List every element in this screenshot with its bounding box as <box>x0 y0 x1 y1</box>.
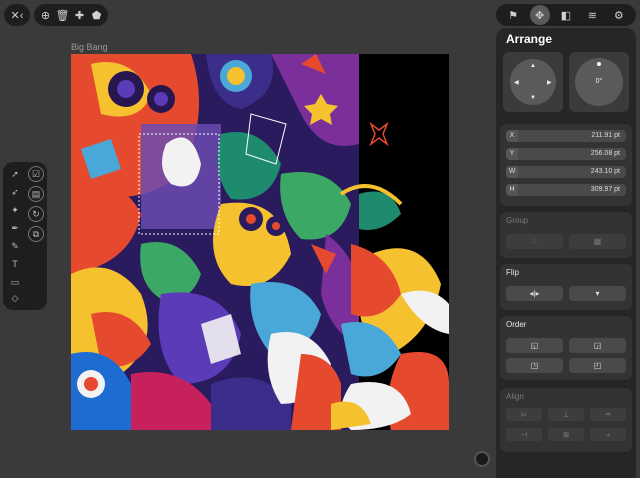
ungroup-button[interactable]: ▦ <box>569 234 626 249</box>
checkbox-tool-icon[interactable]: ☑ <box>28 166 44 182</box>
style-icon[interactable]: ⚑ <box>503 5 523 25</box>
nudge-right-icon[interactable]: ▶ <box>547 79 552 86</box>
artwork-illustration <box>71 54 449 430</box>
settings-icon[interactable]: ⚙ <box>609 5 629 25</box>
nudge-up-icon[interactable]: ▲ <box>530 63 536 69</box>
nudge-dpad[interactable]: ▲ ▼ ◀ ▶ <box>503 52 563 112</box>
star-tool-icon[interactable]: ✚ <box>71 5 88 25</box>
align-middle-button[interactable]: ⊞ <box>548 428 584 441</box>
document-title: Big Bang <box>71 42 108 52</box>
align-right-button[interactable]: ⫤ <box>590 408 626 421</box>
toolbar-edit: ⊕ 🗑 ✚ ⬟ <box>34 4 108 26</box>
rectangle-tool-icon[interactable]: ▭ <box>7 274 23 290</box>
direct-select-icon[interactable]: ✦ <box>7 202 23 218</box>
close-arrows-icon[interactable]: ✕‹ <box>7 5 27 25</box>
w-field[interactable]: W 243.10 pt <box>506 166 626 178</box>
group-label: Group <box>506 216 529 225</box>
tool-palette: ➚ ☑ ➶ ▤ ✦ ↻ ✒ ⧉ ✎ T ▭ ◇ <box>3 162 47 310</box>
order-label: Order <box>506 320 527 329</box>
toolbar-left: ✕‹ <box>4 4 30 26</box>
pencil-tool-icon[interactable]: ✎ <box>7 238 23 254</box>
order-section: Order ◱ ◲ ◳ ◰ <box>500 316 632 380</box>
flip-label: Flip <box>506 268 519 277</box>
rotation-indicator <box>597 62 601 66</box>
rotation-dial[interactable]: 0° <box>569 52 629 112</box>
send-backward-button[interactable]: ◰ <box>569 358 626 373</box>
stamp-icon[interactable]: ⬟ <box>88 5 105 25</box>
select-tool-icon[interactable]: ➚ <box>7 166 23 182</box>
node-tool-icon[interactable]: ➶ <box>7 184 23 200</box>
position-size-section: X 211.91 pt Y 256.08 pt W 243.10 pt H 309.97… <box>500 124 632 206</box>
bring-forward-button[interactable]: ◳ <box>506 358 563 373</box>
align-section: Align ⊨ ⊥ ⫤ ⊣ ⊞ ⫠ <box>500 388 632 452</box>
align-bottom-button[interactable]: ⫠ <box>590 428 626 441</box>
crop-tool-icon[interactable]: ⧉ <box>28 226 44 242</box>
flip-vertical-button[interactable]: ▾ <box>569 286 626 301</box>
h-field[interactable]: H 309.97 pt <box>506 184 626 196</box>
trash-icon[interactable]: 🗑 <box>54 5 71 25</box>
arrange-panel: Arrange ▲ ▼ ◀ ▶ 0° X 211.91 pt Y 256.08 pt… <box>496 28 636 478</box>
text-tool-icon[interactable]: T <box>7 256 23 272</box>
align-label: Align <box>506 392 524 401</box>
group-section: Group ⁙ ▦ <box>500 212 632 258</box>
align-left-button[interactable]: ⊨ <box>506 408 542 421</box>
toolbar-panels: ⚑ ✥ ◧ ≋ ⚙ <box>496 4 636 26</box>
y-field[interactable]: Y 256.08 pt <box>506 148 626 160</box>
pen-tool-icon[interactable]: ✒ <box>7 220 23 236</box>
panel-title: Arrange <box>506 32 553 46</box>
flip-horizontal-button[interactable]: ◂|▸ <box>506 286 563 301</box>
flip-section: Flip ◂|▸ ▾ <box>500 264 632 310</box>
rotation-value: 0° <box>595 78 603 85</box>
transform-icon[interactable]: ⊕ <box>37 5 54 25</box>
layers-icon[interactable]: ≋ <box>582 5 602 25</box>
nudge-left-icon[interactable]: ◀ <box>514 79 519 86</box>
align-top-button[interactable]: ⊣ <box>506 428 542 441</box>
arrange-icon[interactable]: ✥ <box>529 5 550 25</box>
rotate-tool-icon[interactable]: ↻ <box>28 206 44 222</box>
view-handle[interactable] <box>474 451 490 467</box>
eraser-tool-icon[interactable]: ◇ <box>7 290 23 306</box>
send-to-back-button[interactable]: ◲ <box>569 338 626 353</box>
group-button[interactable]: ⁙ <box>506 234 563 249</box>
clipboard-tool-icon[interactable]: ▤ <box>28 186 44 202</box>
x-field[interactable]: X 211.91 pt <box>506 130 626 142</box>
layers-copy-icon[interactable]: ◧ <box>556 5 576 25</box>
align-center-button[interactable]: ⊥ <box>548 408 584 421</box>
artboard-canvas[interactable] <box>71 54 449 430</box>
nudge-down-icon[interactable]: ▼ <box>530 95 536 101</box>
bring-to-front-button[interactable]: ◱ <box>506 338 563 353</box>
